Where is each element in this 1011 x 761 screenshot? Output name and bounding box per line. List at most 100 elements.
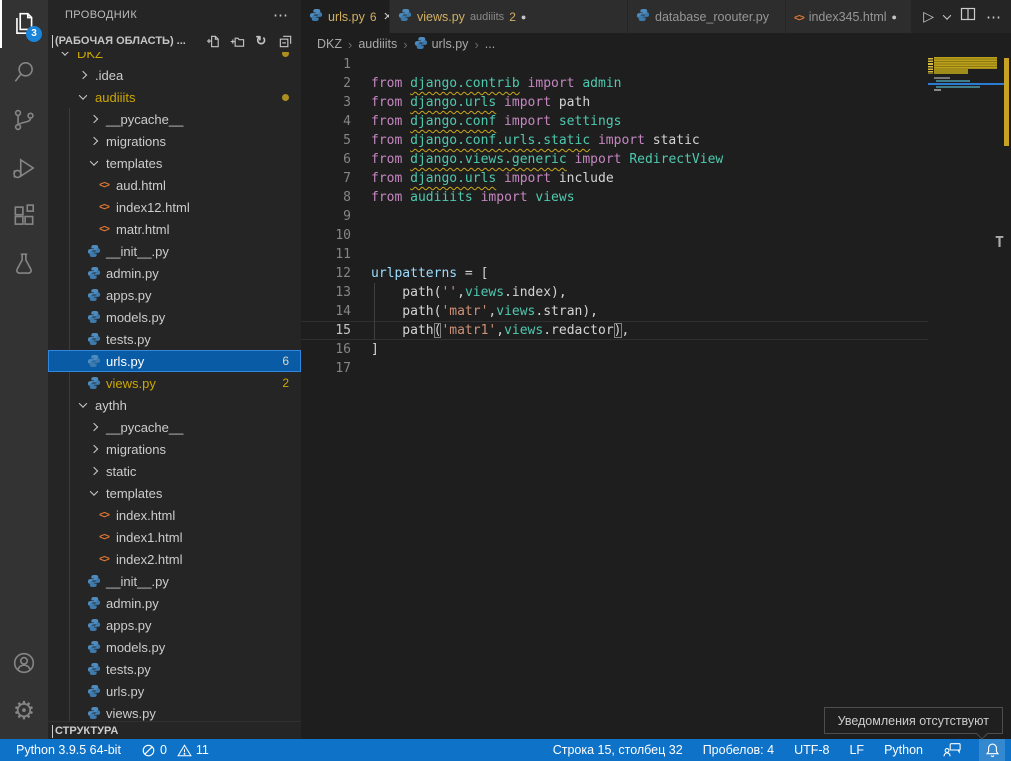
settings-gear-icon[interactable]: ⚙ bbox=[0, 687, 48, 735]
minimap-text-line bbox=[936, 86, 980, 88]
tree-item-index12-html[interactable]: <>index12.html bbox=[48, 196, 301, 218]
minimap[interactable] bbox=[928, 55, 1003, 739]
tree-item--idea[interactable]: .idea bbox=[48, 64, 301, 86]
code-line-14[interactable]: 14 path('matr',views.stran), bbox=[301, 302, 928, 321]
tree-item-aythh[interactable]: aythh bbox=[48, 394, 301, 416]
new-file-icon[interactable] bbox=[205, 33, 221, 49]
status-bar: Python 3.9.5 64-bit 0 11 Строка 15, стол… bbox=[0, 739, 1011, 761]
tree-item-tests-py[interactable]: tests.py bbox=[48, 658, 301, 680]
breadcrumb-item-audiiits[interactable]: audiiits bbox=[358, 37, 397, 51]
cursor-position-status[interactable]: Строка 15, столбец 32 bbox=[551, 743, 685, 757]
tree-item-tests-py[interactable]: tests.py bbox=[48, 328, 301, 350]
tree-item-views-py[interactable]: views.py bbox=[48, 702, 301, 721]
tree-item-apps-py[interactable]: apps.py bbox=[48, 614, 301, 636]
editor-actions: ▷ ⋯ bbox=[912, 0, 1011, 33]
overview-ruler-warning-marker bbox=[1004, 58, 1009, 146]
extensions-icon[interactable] bbox=[0, 192, 48, 240]
code-line-7[interactable]: 7from django.urls import include bbox=[301, 169, 928, 188]
more-actions-icon[interactable]: ⋯ bbox=[273, 6, 289, 24]
run-python-file-icon[interactable]: ▷ bbox=[923, 8, 934, 25]
code-line-9[interactable]: 9 bbox=[301, 207, 928, 226]
tree-item-templates[interactable]: templates bbox=[48, 152, 301, 174]
chevron-down-icon bbox=[86, 160, 102, 166]
code-line-4[interactable]: 4from django.conf import settings bbox=[301, 112, 928, 131]
code-line-12[interactable]: 12urlpatterns = [ bbox=[301, 264, 928, 283]
more-actions-icon[interactable]: ⋯ bbox=[986, 8, 1001, 26]
tab-database-roouter-py[interactable]: database_roouter.py bbox=[628, 0, 786, 33]
breadcrumb-item--[interactable]: ... bbox=[485, 37, 495, 51]
tree-item-templates[interactable]: templates bbox=[48, 482, 301, 504]
code-line-15[interactable]: 15 path('matr1',views.redactor), bbox=[301, 321, 928, 340]
notification-text: Уведомления отсутствуют bbox=[838, 714, 989, 728]
code-line-13[interactable]: 13 path('',views.index), bbox=[301, 283, 928, 302]
feedback-icon[interactable] bbox=[941, 742, 963, 758]
tree-item--pycache-[interactable]: __pycache__ bbox=[48, 108, 301, 130]
explorer-icon[interactable]: 3 bbox=[0, 0, 48, 48]
tree-item-urls-py[interactable]: urls.py bbox=[48, 680, 301, 702]
tree-item-admin-py[interactable]: admin.py bbox=[48, 262, 301, 284]
run-and-debug-icon[interactable] bbox=[0, 144, 48, 192]
tree-item-models-py[interactable]: models.py bbox=[48, 636, 301, 658]
sidebar-header: ПРОВОДНИК ⋯ bbox=[48, 0, 301, 30]
code-line-8[interactable]: 8from audiiits import views bbox=[301, 188, 928, 207]
tree-item-admin-py[interactable]: admin.py bbox=[48, 592, 301, 614]
collapse-folders-icon[interactable] bbox=[277, 33, 293, 49]
tree-item--pycache-[interactable]: __pycache__ bbox=[48, 416, 301, 438]
tree-item-index-html[interactable]: <>index.html bbox=[48, 504, 301, 526]
run-dropdown-chevron-icon[interactable] bbox=[943, 11, 951, 19]
tree-item-label: admin.py bbox=[106, 596, 159, 611]
tab-index345-html[interactable]: <>index345.html● bbox=[786, 0, 912, 33]
tree-item-urls-py[interactable]: urls.py6 bbox=[48, 350, 301, 372]
tree-item-dkz[interactable]: DKZ bbox=[48, 52, 301, 64]
refresh-icon[interactable]: ↻ bbox=[253, 33, 269, 49]
account-icon[interactable] bbox=[0, 639, 48, 687]
eol-status[interactable]: LF bbox=[847, 743, 866, 757]
tree-item--init-py[interactable]: __init__.py bbox=[48, 570, 301, 592]
breadcrumb-item-urls-py[interactable]: urls.py bbox=[414, 36, 469, 53]
code-line-16[interactable]: 16] bbox=[301, 340, 928, 359]
tree-item-models-py[interactable]: models.py bbox=[48, 306, 301, 328]
tree-item-views-py[interactable]: views.py2 bbox=[48, 372, 301, 394]
tab-problems-badge: 6 bbox=[370, 10, 377, 24]
code-line-5[interactable]: 5from django.conf.urls.static import sta… bbox=[301, 131, 928, 150]
tree-item-apps-py[interactable]: apps.py bbox=[48, 284, 301, 306]
search-icon[interactable] bbox=[0, 48, 48, 96]
python-file-icon bbox=[86, 574, 102, 588]
indentation-status[interactable]: Пробелов: 4 bbox=[701, 743, 776, 757]
chevron-right-icon bbox=[86, 446, 102, 452]
tree-item-index2-html[interactable]: <>index2.html bbox=[48, 548, 301, 570]
code-line-3[interactable]: 3from django.urls import path bbox=[301, 93, 928, 112]
problems-status[interactable]: 0 11 bbox=[139, 743, 211, 758]
scrollbar[interactable] bbox=[1003, 55, 1011, 739]
tree-item-aud-html[interactable]: <>aud.html bbox=[48, 174, 301, 196]
code-line-17[interactable]: 17 bbox=[301, 359, 928, 378]
tab-views-py[interactable]: views.pyaudiiits2● bbox=[390, 0, 628, 33]
source-control-icon[interactable] bbox=[0, 96, 48, 144]
breadcrumb-item-dkz[interactable]: DKZ bbox=[317, 37, 342, 51]
minimap-text-line bbox=[934, 89, 941, 91]
encoding-status[interactable]: UTF-8 bbox=[792, 743, 831, 757]
code-editor[interactable]: 12from django.contrib import admin3from … bbox=[301, 55, 1011, 739]
workspace-section-header[interactable]: (РАБОЧАЯ ОБЛАСТЬ) ... ↻ bbox=[48, 30, 301, 52]
split-editor-icon[interactable] bbox=[960, 6, 976, 27]
outline-section-header[interactable]: СТРУКТУРА bbox=[48, 721, 301, 739]
notifications-bell-icon[interactable] bbox=[979, 739, 1005, 761]
tree-item-index1-html[interactable]: <>index1.html bbox=[48, 526, 301, 548]
language-mode-status[interactable]: Python bbox=[882, 743, 925, 757]
testing-icon[interactable] bbox=[0, 240, 48, 288]
code-line-11[interactable]: 11 bbox=[301, 245, 928, 264]
tree-item-matr-html[interactable]: <>matr.html bbox=[48, 218, 301, 240]
tree-item-migrations[interactable]: migrations bbox=[48, 130, 301, 152]
code-line-1[interactable]: 1 bbox=[301, 55, 928, 74]
python-interpreter-status[interactable]: Python 3.9.5 64-bit bbox=[14, 743, 123, 757]
tab-urls-py[interactable]: urls.py6× bbox=[301, 0, 390, 33]
editor-group: urls.py6×views.pyaudiiits2●database_roou… bbox=[301, 0, 1011, 739]
tree-item-static[interactable]: static bbox=[48, 460, 301, 482]
code-line-10[interactable]: 10 bbox=[301, 226, 928, 245]
tree-item--init-py[interactable]: __init__.py bbox=[48, 240, 301, 262]
new-folder-icon[interactable] bbox=[229, 33, 245, 49]
code-line-2[interactable]: 2from django.contrib import admin bbox=[301, 74, 928, 93]
tree-item-migrations[interactable]: migrations bbox=[48, 438, 301, 460]
tree-item-audiiits[interactable]: audiiits bbox=[48, 86, 301, 108]
code-line-6[interactable]: 6from django.views.generic import Redire… bbox=[301, 150, 928, 169]
